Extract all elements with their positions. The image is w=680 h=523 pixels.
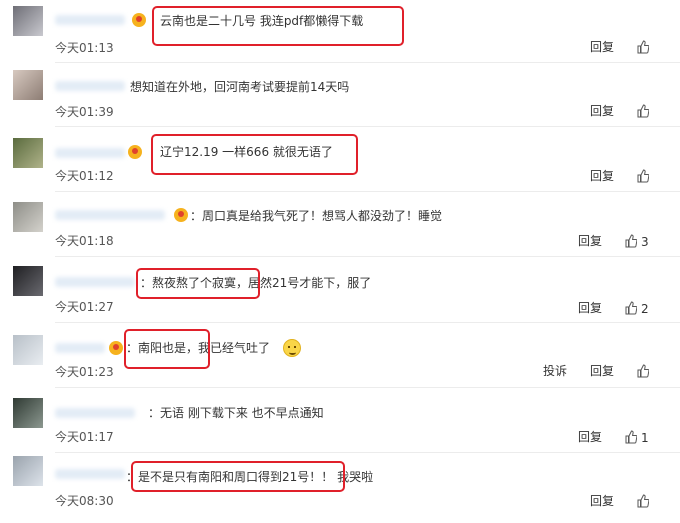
comment-text: 想知道在外地，回河南考试要提前14天吗 <box>130 80 350 94</box>
comment-item: ：南阳也是，我已经气吐了 今天01:23 投诉 回复 <box>0 323 680 388</box>
like-count: 1 <box>641 431 649 445</box>
reply-button[interactable]: 回复 <box>590 104 614 118</box>
vip-crown-icon <box>174 208 188 222</box>
like-icon[interactable] <box>637 169 649 183</box>
highlight-box <box>124 329 210 369</box>
username[interactable] <box>55 15 125 25</box>
avatar[interactable] <box>13 266 43 296</box>
comment-item: ：熬夜熬了个寂寞，居然21号才能下，服了 今天01:27 回复 2 <box>0 257 680 323</box>
avatar[interactable] <box>13 398 43 428</box>
like-icon[interactable] <box>637 364 649 378</box>
comment-text: ：周口真是给我气死了！想骂人都没劲了！睡觉 <box>190 209 443 223</box>
username[interactable] <box>55 343 105 353</box>
reply-button[interactable]: 回复 <box>590 494 614 508</box>
comment-item: ：是不是只有南阳和周口得到21号！！ 我哭啦 今天08:30 回复 <box>0 453 680 523</box>
reply-button[interactable]: 回复 <box>590 169 614 183</box>
like-icon[interactable] <box>625 301 637 315</box>
comment-time: 今天01:27 <box>55 300 114 314</box>
comment-time: 今天01:17 <box>55 430 114 444</box>
like-count: 2 <box>641 302 649 316</box>
avatar[interactable] <box>13 6 43 36</box>
like-count: 3 <box>641 235 649 249</box>
reply-button[interactable]: 回复 <box>590 364 614 378</box>
emoji-icon <box>283 339 301 357</box>
avatar[interactable] <box>13 456 43 486</box>
comment-time: 今天01:13 <box>55 41 114 55</box>
comment-time: 今天01:23 <box>55 365 114 379</box>
username[interactable] <box>55 210 165 220</box>
like-icon[interactable] <box>625 430 637 444</box>
reply-button[interactable]: 回复 <box>578 234 602 248</box>
vip-crown-icon <box>109 341 123 355</box>
like-icon[interactable] <box>637 494 649 508</box>
comment-time: 今天08:30 <box>55 494 114 508</box>
comment-item: ：无语 刚下载下来 也不早点通知 今天01:17 回复 1 <box>0 388 680 453</box>
avatar[interactable] <box>13 335 43 365</box>
highlight-box <box>136 268 260 299</box>
username[interactable] <box>55 408 135 418</box>
highlight-box <box>151 134 358 175</box>
comment-text: ：无语 刚下载下来 也不早点通知 <box>148 406 324 420</box>
highlight-box <box>152 6 404 46</box>
report-button[interactable]: 投诉 <box>543 364 567 378</box>
like-icon[interactable] <box>625 234 637 248</box>
comment-item: 云南也是二十几号 我连pdf都懒得下载 今天01:13 回复 <box>0 0 680 63</box>
comment-item: 辽宁12.19 一样666 就很无语了 今天01:12 回复 <box>0 127 680 192</box>
reply-button[interactable]: 回复 <box>578 430 602 444</box>
avatar[interactable] <box>13 70 43 100</box>
vip-crown-icon <box>128 145 142 159</box>
avatar[interactable] <box>13 138 43 168</box>
username[interactable] <box>55 81 125 91</box>
comment-time: 今天01:39 <box>55 105 114 119</box>
reply-button[interactable]: 回复 <box>590 40 614 54</box>
comment-time: 今天01:12 <box>55 169 114 183</box>
vip-crown-icon <box>132 13 146 27</box>
comment-time: 今天01:18 <box>55 234 114 248</box>
comment-item: ：周口真是给我气死了！想骂人都没劲了！睡觉 今天01:18 回复 3 <box>0 192 680 257</box>
like-icon[interactable] <box>637 104 649 118</box>
avatar[interactable] <box>13 202 43 232</box>
comment-item: 想知道在外地，回河南考试要提前14天吗 今天01:39 回复 <box>0 63 680 127</box>
username[interactable] <box>55 148 125 158</box>
username[interactable] <box>55 277 135 287</box>
highlight-box <box>131 461 345 492</box>
like-icon[interactable] <box>637 40 649 54</box>
username[interactable] <box>55 469 125 479</box>
reply-button[interactable]: 回复 <box>578 301 602 315</box>
